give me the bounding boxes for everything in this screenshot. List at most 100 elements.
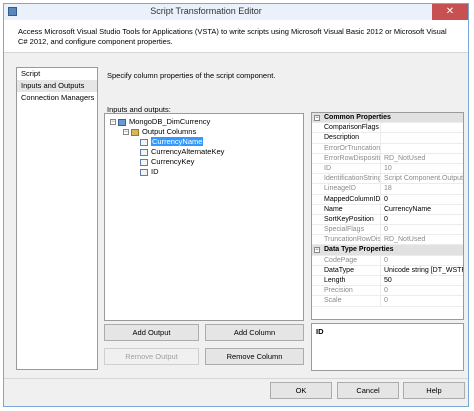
tree-column-id[interactable]: ID <box>140 167 159 177</box>
property-name: Name <box>312 204 381 214</box>
category-data-type-properties[interactable]: − Data Type Properties <box>312 245 463 256</box>
header-description: Access Microsoft Visual Studio Tools for… <box>18 27 447 46</box>
property-value: 0 <box>384 297 388 305</box>
property-value[interactable]: 50 <box>382 276 463 285</box>
property-row-lineageid[interactable]: LineageID 18 <box>312 184 463 195</box>
property-description-title: ID <box>316 327 324 336</box>
property-value: 10 <box>384 164 392 172</box>
tree-output-columns-node[interactable]: Output Columns <box>131 127 196 137</box>
header-banner: Access Microsoft Visual Studio Tools for… <box>4 20 468 53</box>
output-columns-label: Output Columns <box>142 127 197 136</box>
output-icon <box>118 118 126 126</box>
property-value: 18 <box>384 185 392 193</box>
property-name: TruncationRowDis <box>312 235 381 245</box>
tree-column-currencyalternatekey[interactable]: CurrencyAlternateKey <box>140 147 224 157</box>
add-column-button[interactable]: Add Column <box>205 324 304 341</box>
property-row-description[interactable]: Description <box>312 133 463 144</box>
property-value <box>382 144 463 153</box>
inputs-outputs-tree[interactable]: − MongoDB_DimCurrency − Output Columns C… <box>104 113 304 321</box>
column-label: CurrencyKey <box>151 157 195 166</box>
ok-button[interactable]: OK <box>270 382 332 399</box>
property-value: RD_NotUsed <box>384 154 426 162</box>
title-bar: Script Transformation Editor ✕ <box>4 4 468 21</box>
window-title: Script Transformation Editor <box>150 6 262 16</box>
property-row-sortkeyposition[interactable]: SortKeyPosition 0 <box>312 214 463 226</box>
page-navigation: Script Inputs and Outputs Connection Man… <box>16 67 98 370</box>
property-row-scale[interactable]: Scale 0 <box>312 296 463 307</box>
property-name: SpecialFlags <box>312 225 381 235</box>
root-node-label: MongoDB_DimCurrency <box>129 117 211 126</box>
property-name: Length <box>312 276 381 286</box>
property-name: IdentificationString <box>312 174 381 184</box>
property-value: 0 <box>384 226 388 234</box>
property-name: ComparisonFlags <box>312 123 381 133</box>
script-transformation-editor-window: Script Transformation Editor ✕ Access Mi… <box>3 3 469 407</box>
property-description-panel: ID <box>311 323 464 371</box>
property-row-mappedcolumnid[interactable]: MappedColumnID 0 <box>312 194 463 205</box>
property-value: 0 <box>384 256 388 264</box>
category-label: Data Type Properties <box>324 246 394 254</box>
add-output-button[interactable]: Add Output <box>104 324 199 341</box>
collapse-root-toggle[interactable]: − <box>110 119 116 125</box>
property-value[interactable] <box>382 123 463 132</box>
property-name: MappedColumnID <box>312 194 381 204</box>
column-label: CurrencyAlternateKey <box>151 147 225 156</box>
cancel-button[interactable]: Cancel <box>337 382 399 399</box>
property-row-specialflags[interactable]: SpecialFlags 0 <box>312 225 463 236</box>
tree-column-currencyname[interactable]: CurrencyName <box>140 137 204 147</box>
column-icon <box>140 158 148 166</box>
property-row-truncationrowdis[interactable]: TruncationRowDis RD_NotUsed <box>312 235 463 246</box>
property-row-identificationstring[interactable]: IdentificationString Script Component.Out… <box>312 174 463 185</box>
remove-output-button[interactable]: Remove Output <box>104 348 199 365</box>
property-row-precision[interactable]: Precision 0 <box>312 286 463 297</box>
property-name: LineageID <box>312 184 381 194</box>
property-value[interactable]: 0 <box>382 215 463 224</box>
property-value[interactable]: CurrencyName <box>382 205 463 214</box>
property-value[interactable] <box>382 133 463 142</box>
collapse-category-toggle[interactable]: − <box>314 247 320 254</box>
property-row-comparisonflags[interactable]: ComparisonFlags <box>312 123 463 134</box>
help-button[interactable]: Help <box>403 382 465 399</box>
property-name: CodePage <box>312 255 381 265</box>
properties-grid[interactable]: − Common Properties ComparisonFlags Descri… <box>311 112 464 320</box>
property-value[interactable]: Unicode string [DT_WSTR] <box>382 266 463 275</box>
remove-column-button[interactable]: Remove Column <box>205 348 304 365</box>
property-row-errorrowdispositic[interactable]: ErrorRowDispositic RD_NotUsed <box>312 153 463 164</box>
tree-root-node[interactable]: MongoDB_DimCurrency <box>118 117 210 127</box>
collapse-category-toggle[interactable]: − <box>314 115 320 121</box>
nav-item-inputs-and-outputs[interactable]: Inputs and Outputs <box>17 80 97 92</box>
nav-item-script[interactable]: Script <box>17 68 97 80</box>
column-label: ID <box>151 167 159 176</box>
property-row-codepage[interactable]: CodePage 0 <box>312 255 463 266</box>
nav-item-connection-managers[interactable]: Connection Managers <box>17 92 97 104</box>
property-row-errorortruncation[interactable]: ErrorOrTruncation <box>312 143 463 154</box>
property-name: SortKeyPosition <box>312 214 381 225</box>
property-row-id[interactable]: ID 10 <box>312 163 463 175</box>
close-button[interactable]: ✕ <box>432 4 468 20</box>
property-value: RD_NotUsed <box>384 236 426 244</box>
property-row-datatype[interactable]: DataType Unicode string [DT_WSTR] <box>312 265 463 276</box>
instruction-text: Specify column properties of the script … <box>107 71 276 80</box>
property-name: DataType <box>312 265 381 275</box>
collapse-columns-toggle[interactable]: − <box>123 129 129 135</box>
property-value[interactable]: 0 <box>382 195 463 204</box>
property-value: 0 <box>384 287 388 295</box>
category-label: Common Properties <box>324 114 391 121</box>
property-value: Script Component.Output <box>384 175 463 183</box>
column-label: CurrencyName <box>151 137 204 146</box>
property-row-name[interactable]: Name CurrencyName <box>312 204 463 215</box>
property-name: ErrorOrTruncation <box>312 143 381 153</box>
column-icon <box>140 168 148 176</box>
column-icon <box>140 138 148 146</box>
folder-icon <box>131 128 139 136</box>
category-common-properties[interactable]: − Common Properties <box>312 113 463 124</box>
column-icon <box>140 148 148 156</box>
property-name: Scale <box>312 296 381 306</box>
property-name: Description <box>312 133 381 143</box>
tree-column-currencykey[interactable]: CurrencyKey <box>140 157 194 167</box>
property-name: Precision <box>312 286 381 296</box>
property-name: ErrorRowDispositic <box>312 153 381 163</box>
footer-divider <box>4 378 468 379</box>
property-name: ID <box>312 163 381 174</box>
property-row-length[interactable]: Length 50 <box>312 276 463 287</box>
